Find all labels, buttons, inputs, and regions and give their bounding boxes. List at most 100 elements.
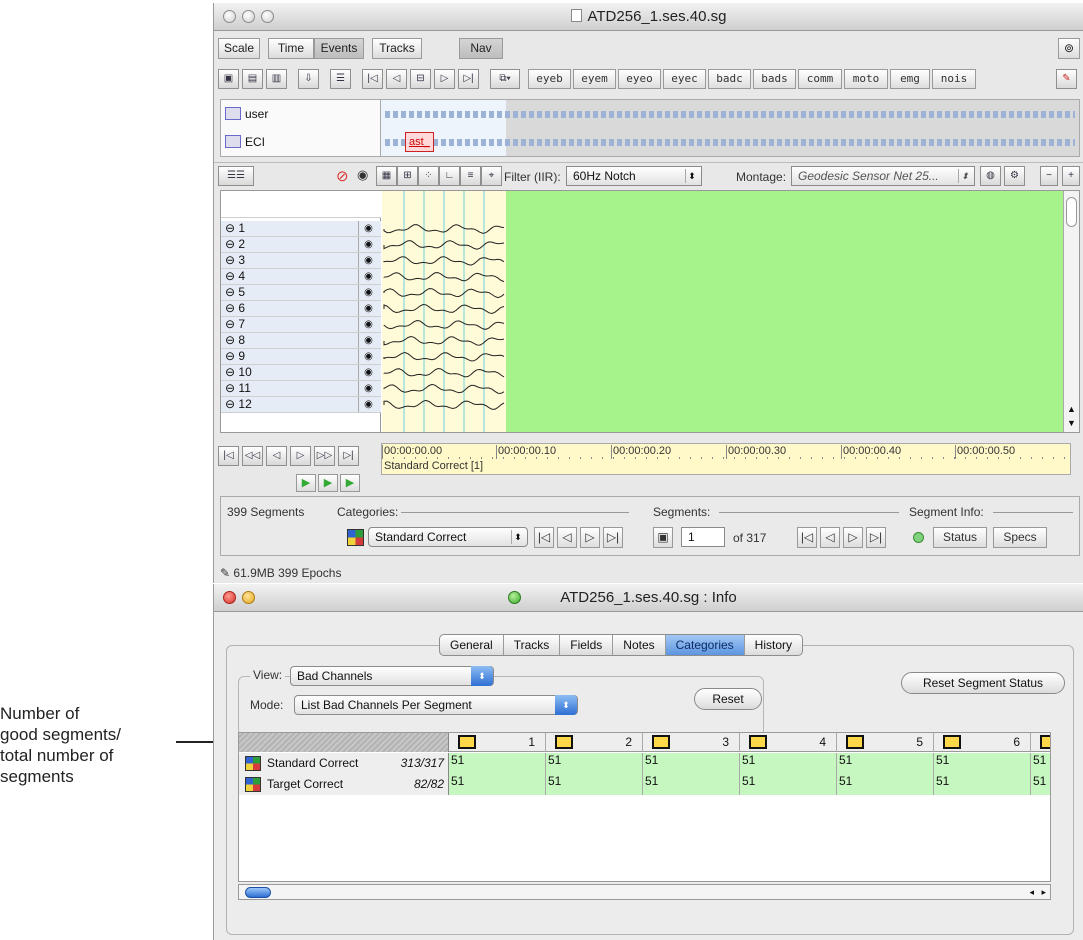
event-button-comm[interactable]: comm [798, 69, 842, 89]
channel-toggle-icon[interactable]: ⊖ [225, 333, 235, 347]
channel-toggle-icon[interactable]: ⊖ [225, 301, 235, 315]
event-button-badc[interactable]: badc [708, 69, 751, 89]
montage-info-icon[interactable]: ◍ [980, 166, 1001, 186]
next-icon[interactable]: ▷ [290, 446, 311, 466]
event-button-eyem[interactable]: eyem [573, 69, 616, 89]
mode-select[interactable]: List Bad Channels Per Segment ⬍ [294, 695, 578, 715]
zoom-out-icon[interactable]: − [1040, 166, 1058, 186]
event-button-bads[interactable]: bads [753, 69, 796, 89]
eye-icon[interactable]: ◉ [358, 397, 378, 412]
table-cell[interactable]: 51 [837, 753, 934, 774]
montage-settings-icon[interactable]: ⚙ [1004, 166, 1025, 186]
reset-segment-status-button[interactable]: Reset Segment Status [901, 672, 1065, 694]
channel-toggle-icon[interactable]: ⊖ [225, 381, 235, 395]
rewind-icon[interactable]: ◁◁ [242, 446, 263, 466]
axis-icon[interactable]: ∟ [439, 166, 460, 186]
tab-categories[interactable]: Categories [665, 635, 745, 655]
split-view-icon[interactable]: ⊞ [397, 166, 418, 186]
event-button-eyeb[interactable]: eyeb [528, 69, 571, 89]
column-header[interactable]: 5 [837, 733, 934, 752]
channel-toggle-icon[interactable]: ⊖ [225, 285, 235, 299]
scroll-thumb[interactable] [245, 887, 271, 898]
column-header[interactable] [1031, 733, 1050, 752]
event-menu-icon[interactable]: ⧉▾ [490, 69, 520, 89]
eye-icon[interactable]: ◉ [358, 269, 378, 284]
segment-number-field[interactable]: 1 [681, 527, 725, 547]
tab-history[interactable]: History [745, 635, 802, 655]
channel-toggle-icon[interactable]: ⊖ [225, 397, 235, 411]
dots-icon[interactable]: ⁘ [418, 166, 439, 186]
table-cell[interactable]: 51 [740, 774, 837, 795]
filter-select[interactable]: 60Hz Notch ⬍ [566, 166, 702, 186]
table-cell[interactable]: 51 [837, 774, 934, 795]
event-button-nois[interactable]: nois [932, 69, 976, 89]
vertical-scrollbar[interactable]: ▲ ▼ [1063, 191, 1079, 432]
category-row-header[interactable]: Target Correct 82/82 [239, 774, 449, 795]
play-segment-icon[interactable]: ▶ [318, 474, 338, 492]
tracks-button[interactable]: Tracks [372, 38, 422, 59]
view-select[interactable]: Bad Channels ⬍ [290, 666, 494, 686]
eye-icon[interactable]: ◉ [358, 221, 378, 236]
last-category-icon[interactable]: ▷| [603, 527, 623, 548]
column-header[interactable]: 3 [643, 733, 740, 752]
event-marker[interactable]: ast_ [405, 132, 434, 152]
next-category-icon[interactable]: ▷ [580, 527, 600, 548]
tab-notes[interactable]: Notes [613, 635, 666, 655]
add-event-track-icon[interactable]: ▤ [242, 69, 263, 89]
delete-event-icon[interactable]: ✎ [1056, 69, 1077, 89]
table-row[interactable]: Target Correct 82/82 51 51 51 51 51 51 51 [239, 774, 1050, 795]
eye-icon[interactable]: ◉ [358, 285, 378, 300]
channel-row[interactable]: ⊖ 12 ◉ [221, 397, 381, 413]
channel-row[interactable]: ⊖ 6 ◉ [221, 301, 381, 317]
channel-toggle-icon[interactable]: ⊖ [225, 317, 235, 331]
track-data[interactable]: ast_ [381, 128, 1079, 156]
event-button-emg[interactable]: emg [890, 69, 930, 89]
scroll-thumb[interactable] [1066, 197, 1077, 227]
channel-toggle-icon[interactable]: ⊖ [225, 221, 235, 235]
event-button-eyeo[interactable]: eyeo [618, 69, 661, 89]
channel-row[interactable]: ⊖ 5 ◉ [221, 285, 381, 301]
crosshair-icon[interactable]: ⌖ [481, 166, 502, 186]
horizontal-scrollbar[interactable]: ◂ ▸ [238, 884, 1051, 900]
table-cell[interactable]: 51 [449, 774, 546, 795]
channel-toggle-icon[interactable]: ⊖ [225, 237, 235, 251]
track-name[interactable]: user [221, 100, 381, 128]
first-category-icon[interactable]: |◁ [534, 527, 554, 548]
eye-icon[interactable]: ◉ [358, 365, 378, 380]
eye-icon[interactable]: ◉ [358, 333, 378, 348]
zoom-in-icon[interactable]: + [1062, 166, 1080, 186]
channel-row[interactable]: ⊖ 1 ◉ [221, 221, 381, 237]
scroll-up-icon[interactable]: ▲ [1067, 404, 1076, 414]
event-button-moto[interactable]: moto [844, 69, 888, 89]
next-event-icon[interactable]: ▷ [434, 69, 455, 89]
eye-icon[interactable]: ◉ [358, 301, 378, 316]
bars-icon[interactable]: ≡ [460, 166, 481, 186]
table-cell[interactable]: 51 [546, 774, 643, 795]
channel-row[interactable]: ⊖ 10 ◉ [221, 365, 381, 381]
nav-button[interactable]: Nav [459, 38, 503, 59]
first-icon[interactable]: |◁ [218, 446, 239, 466]
scroll-right-icon[interactable]: ▸ [1041, 885, 1046, 899]
channel-row[interactable]: ⊖ 4 ◉ [221, 269, 381, 285]
tab-general[interactable]: General [440, 635, 504, 655]
event-button-eyec[interactable]: eyec [663, 69, 706, 89]
channel-toggle-icon[interactable]: ⊖ [225, 253, 235, 267]
track-data[interactable] [381, 100, 1079, 128]
last-event-icon[interactable]: ▷| [458, 69, 479, 89]
event-list-icon[interactable]: ☰ [330, 69, 351, 89]
scale-button[interactable]: Scale [218, 38, 260, 59]
table-cell[interactable]: 51 [1031, 753, 1050, 774]
play-loop-icon[interactable]: ▶ [340, 474, 360, 492]
no-entry-icon[interactable]: ⊘ [336, 167, 349, 185]
table-cell[interactable]: 51 [740, 753, 837, 774]
channel-row[interactable]: ⊖ 8 ◉ [221, 333, 381, 349]
first-segment-icon[interactable]: |◁ [797, 527, 817, 548]
previous-event-icon[interactable]: ◁ [386, 69, 407, 89]
segment-area[interactable] [506, 191, 1063, 432]
column-header[interactable]: 2 [546, 733, 643, 752]
table-cell[interactable]: 51 [643, 774, 740, 795]
list-view-icon[interactable]: ☰☰ [218, 166, 254, 186]
table-cell[interactable]: 51 [546, 753, 643, 774]
link-icon[interactable]: ⊚ [1058, 38, 1080, 59]
channel-row[interactable]: ⊖ 11 ◉ [221, 381, 381, 397]
